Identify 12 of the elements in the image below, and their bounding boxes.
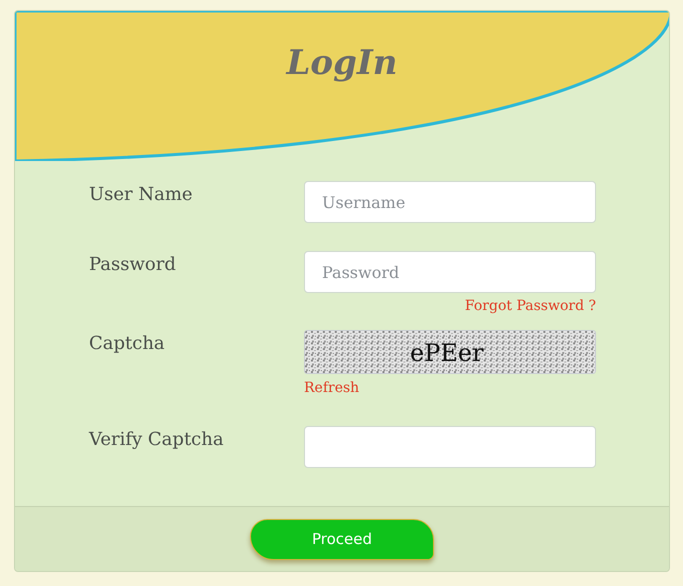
input-field[interactable]: [304, 426, 596, 468]
field-label: User Name: [89, 183, 194, 205]
proceed-button[interactable]: Proceed: [250, 518, 434, 560]
form-title: LogIn: [284, 42, 398, 83]
field-label: Captcha: [89, 332, 166, 354]
input-field[interactable]: Password: [304, 251, 596, 293]
forgot-password-link[interactable]: Forgot Password ?: [464, 298, 596, 314]
field-label: Password: [89, 253, 177, 275]
refresh-link[interactable]: Refresh: [304, 380, 360, 396]
input-field[interactable]: Username: [304, 181, 596, 223]
captcha-image: ePEer: [304, 330, 596, 374]
field-label: Verify Captcha: [89, 428, 225, 450]
